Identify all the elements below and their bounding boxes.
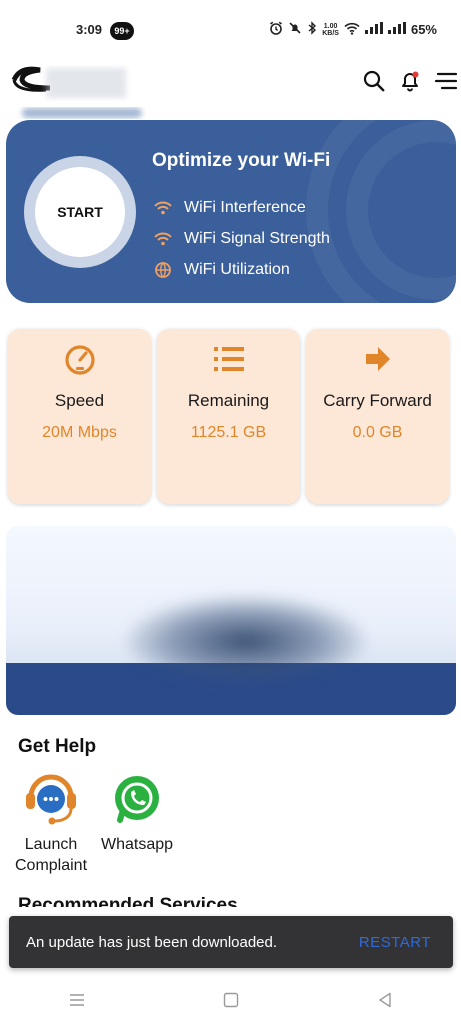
bell-icon[interactable] (395, 66, 425, 96)
stat-label: Speed (54, 391, 105, 410)
stat-value: 1125.1 GB (190, 424, 267, 441)
snackbar-message: An update has just been downloaded. (26, 933, 278, 951)
system-navigation-bar (0, 980, 461, 1024)
whatsapp-button[interactable]: Whatsapp (98, 770, 176, 855)
stat-card-carry-forward[interactable]: Carry Forward 0.0 GB (306, 329, 449, 504)
stat-card-speed[interactable]: Speed 20M Mbps (8, 329, 151, 504)
help-label-line1: Launch (24, 836, 78, 853)
help-label-line1: Whatsapp (100, 836, 174, 853)
start-ring: START (24, 156, 136, 268)
feature-wifi-interference: WiFi Interference (152, 192, 330, 223)
wifi-status-icon (344, 22, 360, 38)
net-speed-value: 1.00 (323, 22, 338, 30)
restart-button[interactable]: RESTART (359, 934, 431, 951)
feature-label: WiFi Interference (184, 198, 306, 216)
notification-badge: 99+ (110, 22, 134, 40)
promo-blurred-graphic (126, 596, 366, 686)
stat-card-remaining[interactable]: Remaining 1125.1 GB (157, 329, 300, 504)
optimize-features: WiFi Interference WiFi Signal Strength W… (152, 192, 330, 285)
wifi-icon (152, 199, 174, 217)
menu-icon[interactable] (431, 66, 461, 96)
bluetooth-icon (307, 21, 317, 38)
update-snackbar: An update has just been downloaded. REST… (9, 916, 453, 968)
promo-banner-image[interactable] (6, 526, 456, 715)
status-bar: 3:09 99+ 1.00 KB/S 65% (0, 0, 461, 52)
optimize-title: Optimize your Wi-Fi (152, 150, 331, 171)
home-icon[interactable] (223, 992, 239, 1013)
whatsapp-icon (106, 770, 168, 828)
globe-icon (152, 261, 174, 279)
arrow-right-icon (306, 343, 449, 375)
speedometer-icon (8, 343, 151, 375)
feature-wifi-signal: WiFi Signal Strength (152, 223, 330, 254)
header-actions (359, 66, 461, 96)
help-label-line2: Complaint (14, 857, 88, 874)
stat-value: 0.0 GB (352, 424, 403, 441)
recents-menu-icon[interactable] (69, 993, 85, 1012)
wifi-icon (152, 230, 174, 248)
start-button[interactable]: START (35, 167, 125, 257)
brand-logo (6, 58, 146, 120)
signal-icon-2 (387, 22, 406, 37)
alarm-icon (269, 21, 283, 38)
net-speed: 1.00 KB/S (322, 23, 339, 37)
search-icon[interactable] (359, 66, 389, 96)
recommended-services-title: Recommended Services (18, 895, 238, 907)
signal-icon (364, 22, 383, 37)
feature-label: WiFi Utilization (184, 260, 290, 278)
status-icons: 1.00 KB/S 65% (269, 21, 437, 38)
list-icon (157, 343, 300, 375)
headset-icon (20, 770, 82, 828)
get-help-title: Get Help (18, 736, 97, 757)
optimize-wifi-banner: START Optimize your Wi-Fi WiFi Interfere… (6, 120, 456, 303)
net-speed-unit: KB/S (322, 29, 339, 37)
back-icon[interactable] (378, 992, 392, 1013)
launch-complaint-button[interactable]: Launch Complaint (12, 770, 90, 876)
stat-label: Remaining (187, 391, 270, 410)
mute-bell-icon (288, 21, 302, 38)
battery-level: 65% (410, 22, 437, 37)
stat-label: Carry Forward (323, 391, 432, 410)
status-time: 3:09 (76, 22, 103, 37)
stat-value: 20M Mbps (42, 424, 117, 441)
feature-wifi-utilization: WiFi Utilization (152, 254, 330, 285)
feature-label: WiFi Signal Strength (184, 229, 330, 247)
